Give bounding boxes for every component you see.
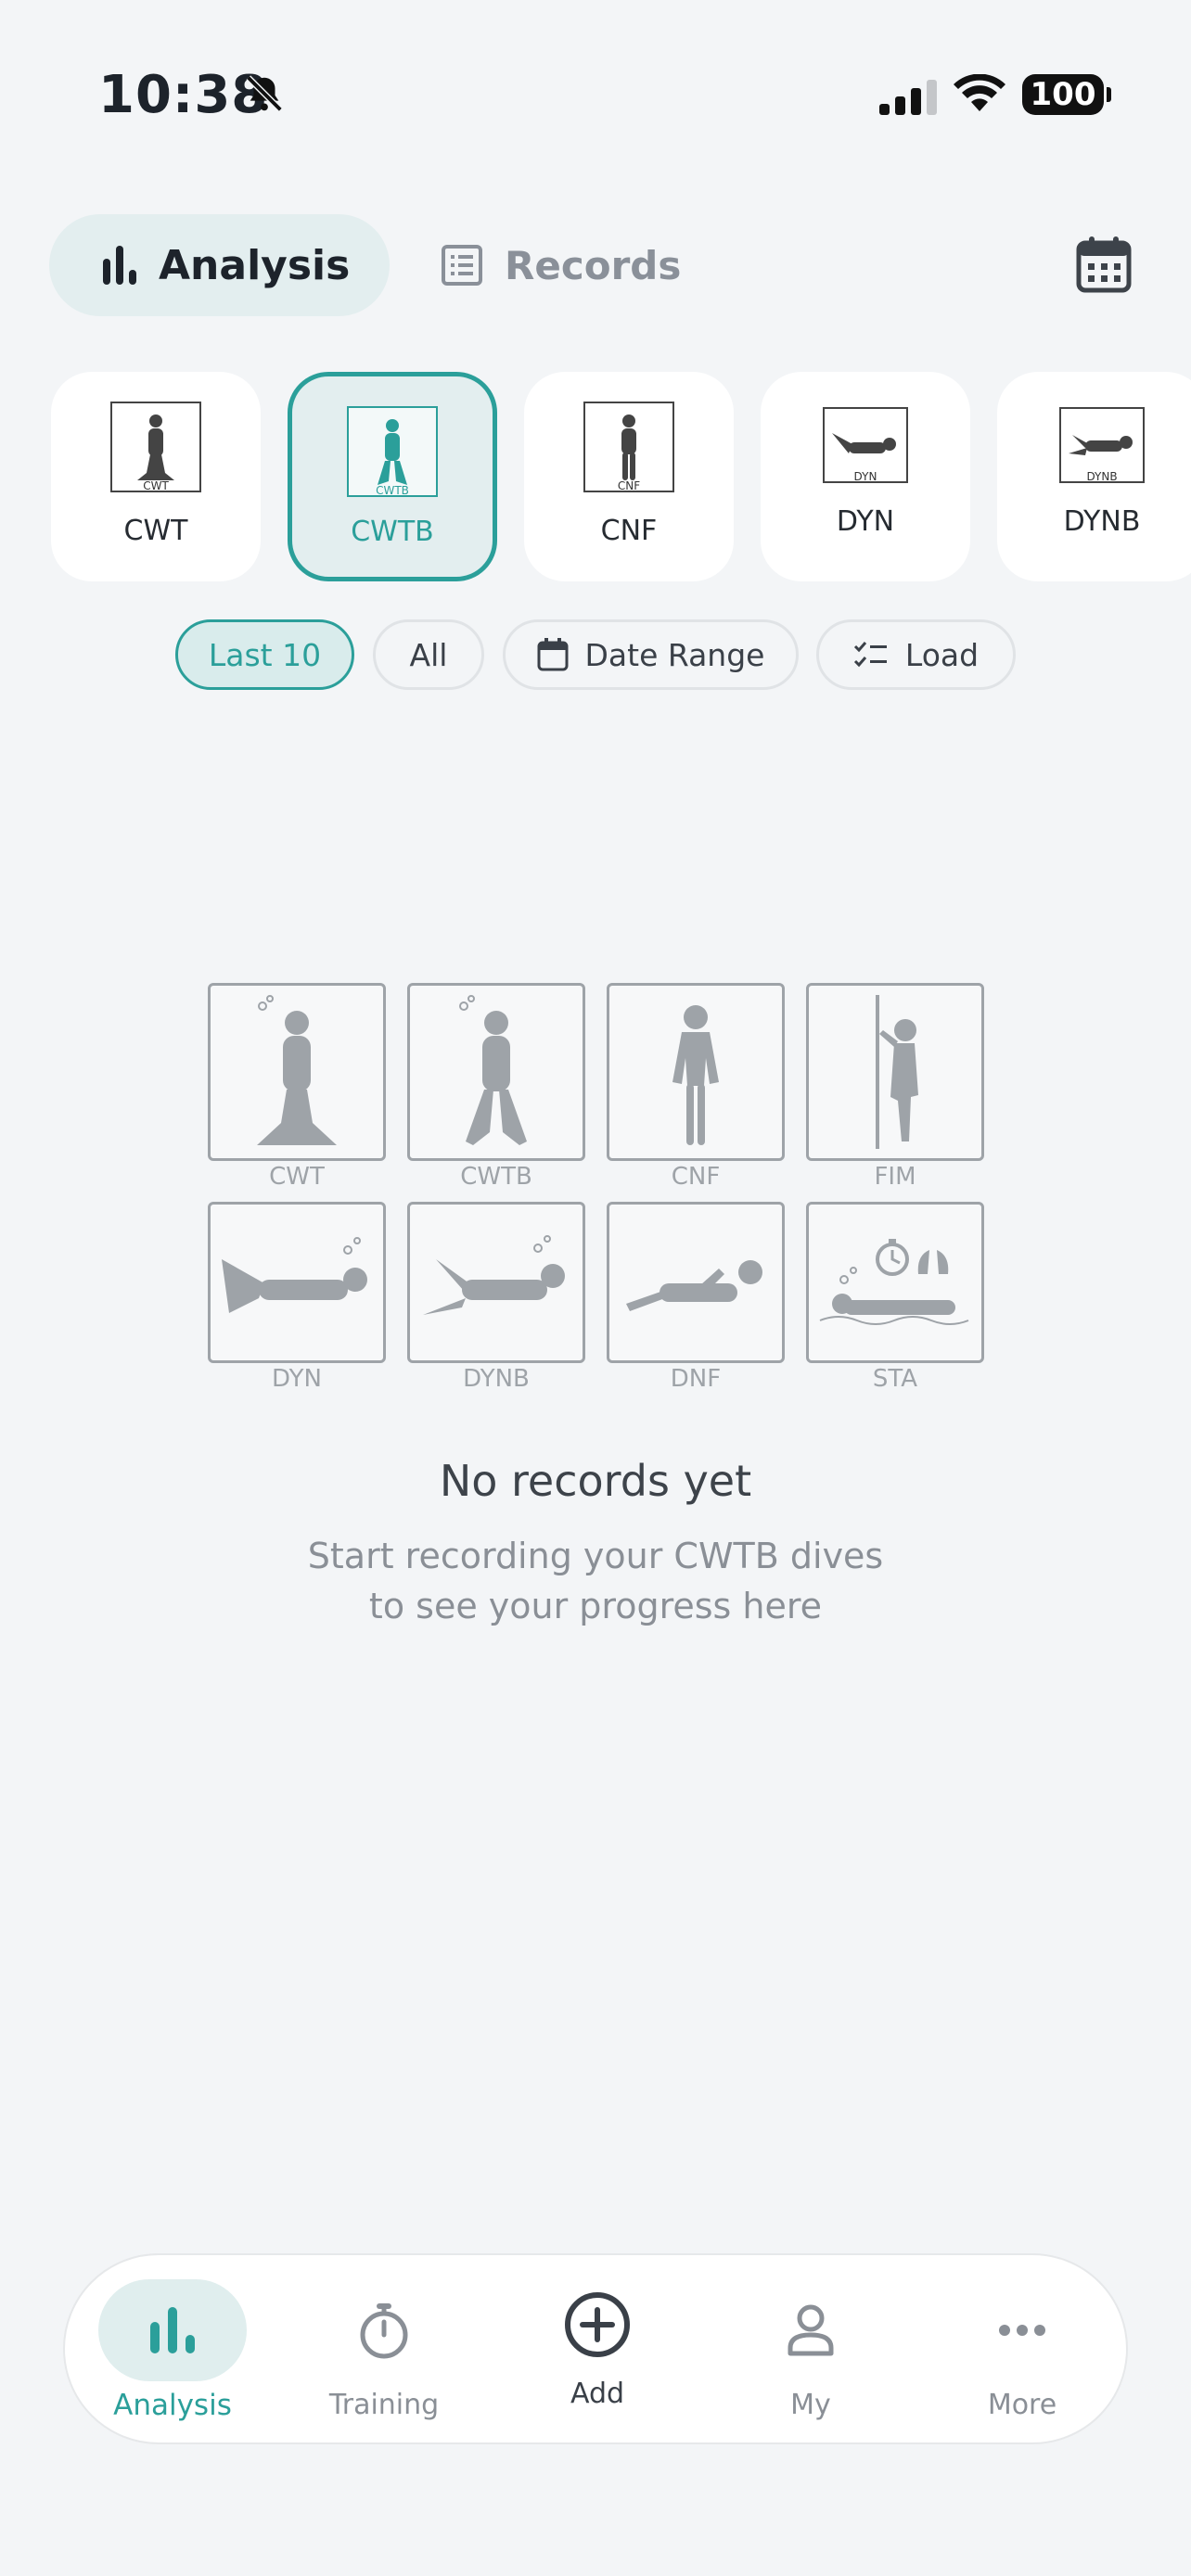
cnf-icon xyxy=(607,983,785,1161)
bottom-navigation: Analysis Training Add My More xyxy=(63,2253,1128,2444)
filter-date-range[interactable]: Date Range xyxy=(503,619,799,690)
empty-state-title: No records yet xyxy=(439,1456,752,1506)
nav-more[interactable]: More xyxy=(929,2255,1115,2446)
nav-label: Training xyxy=(328,2389,440,2421)
discipline-selector: CWT CWT CWTB CWTB CNF CNF DYN DYN DYNB D… xyxy=(51,372,1191,585)
dyn-icon xyxy=(208,1202,386,1363)
grid-label: FIM xyxy=(874,1163,916,1191)
grid-label: STA xyxy=(872,1365,918,1393)
tab-analysis[interactable]: Analysis xyxy=(49,214,390,316)
nav-label: More xyxy=(987,2389,1057,2421)
bar-chart-icon xyxy=(103,246,136,285)
empty-state-subtitle-line2: to see your progress here xyxy=(368,1586,823,1626)
dynb-icon xyxy=(407,1202,585,1363)
grid-label: CWTB xyxy=(460,1163,532,1191)
nav-analysis[interactable]: Analysis xyxy=(80,2255,265,2446)
more-dots-icon xyxy=(999,2325,1045,2336)
checklist-icon xyxy=(853,642,887,668)
grid-label: CNF xyxy=(671,1163,721,1191)
filter-last-10[interactable]: Last 10 xyxy=(175,619,354,690)
calendar-icon[interactable] xyxy=(1076,236,1132,293)
tab-analysis-label: Analysis xyxy=(159,241,351,289)
cwtb-icon xyxy=(407,983,585,1161)
diver-monofin-icon: CWT xyxy=(110,402,201,492)
stopwatch-icon xyxy=(360,2303,408,2359)
dnf-icon xyxy=(607,1202,785,1363)
grid-label: CWT xyxy=(269,1163,325,1191)
analysis-screen: 10:38 100 Analysis Records CWT CWT CWTB … xyxy=(0,0,1191,2576)
cwt-icon xyxy=(208,983,386,1161)
discipline-name: DYN xyxy=(836,505,895,538)
battery-indicator: 100 xyxy=(1022,74,1111,115)
swimmer-monofin-icon: DYN xyxy=(823,407,908,483)
discipline-card-dynb[interactable]: DYNB DYNB xyxy=(997,372,1191,581)
discipline-card-cnf[interactable]: CNF CNF xyxy=(524,372,734,581)
discipline-name: CNF xyxy=(600,515,658,547)
cellular-signal-icon xyxy=(879,80,937,115)
diver-nofins-icon: CNF xyxy=(583,402,674,492)
sta-icon xyxy=(806,1202,984,1363)
discipline-name: DYNB xyxy=(1063,505,1141,538)
nav-my[interactable]: My xyxy=(718,2255,903,2446)
nav-label: Add xyxy=(570,2378,625,2410)
filter-all[interactable]: All xyxy=(373,619,484,690)
calendar-icon xyxy=(537,638,569,671)
tab-records-label: Records xyxy=(505,242,682,288)
discipline-name: CWT xyxy=(123,515,188,547)
nav-add[interactable]: Add xyxy=(505,2255,690,2446)
status-bar: 10:38 100 xyxy=(0,0,1191,185)
discipline-name: CWTB xyxy=(351,516,434,548)
swimmer-bifins-icon: DYNB xyxy=(1059,407,1145,483)
nav-label: Analysis xyxy=(113,2389,232,2422)
discipline-card-dyn[interactable]: DYN DYN xyxy=(761,372,970,581)
nav-training[interactable]: Training xyxy=(291,2255,477,2446)
bar-chart-icon xyxy=(150,2307,195,2353)
nav-label: My xyxy=(790,2389,831,2421)
filter-load[interactable]: Load xyxy=(816,619,1016,690)
discipline-card-cwtb[interactable]: CWTB CWTB xyxy=(288,372,497,581)
grid-label: DYNB xyxy=(463,1365,530,1393)
plus-circle-icon xyxy=(565,2292,630,2357)
tab-records[interactable]: Records xyxy=(442,214,681,316)
empty-state-subtitle-line1: Start recording your CWTB dives xyxy=(307,1536,884,1576)
list-icon xyxy=(442,245,482,286)
grid-label: DNF xyxy=(670,1365,722,1393)
diver-bifins-icon: CWTB xyxy=(347,406,438,497)
grid-label: DYN xyxy=(272,1365,322,1393)
person-icon xyxy=(788,2304,834,2356)
discipline-card-cwt[interactable]: CWT CWT xyxy=(51,372,261,581)
fim-icon xyxy=(806,983,984,1161)
wifi-icon xyxy=(954,74,1005,111)
bell-muted-icon xyxy=(246,75,283,112)
